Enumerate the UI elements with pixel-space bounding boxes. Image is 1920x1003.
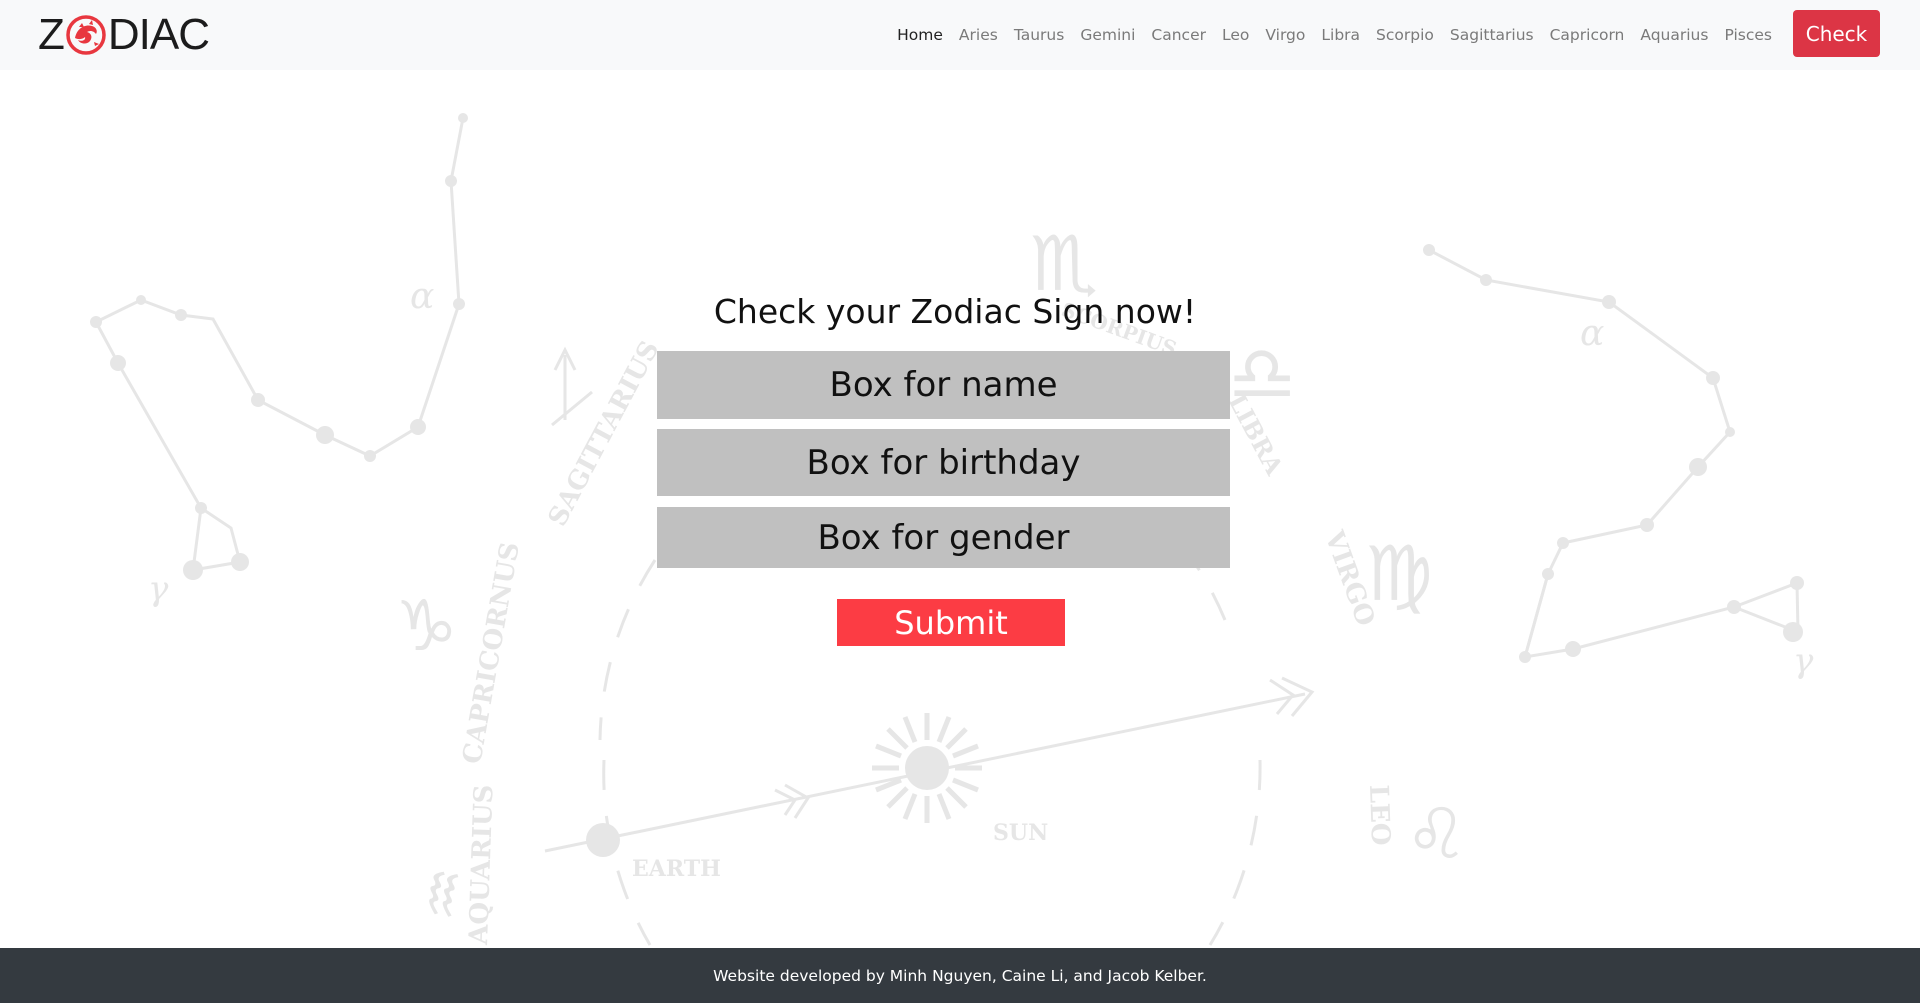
zodiac-form: Check your Zodiac Sign now! Submit <box>0 0 1920 948</box>
red-dragon-emblem-icon <box>66 15 106 55</box>
top-navbar: Z DIAC Home Aries Taurus Gemini Cancer L… <box>0 0 1920 70</box>
nav-links: Home Aries Taurus Gemini Cancer Leo Virg… <box>889 0 1780 70</box>
footer: Website developed by Minh Nguyen, Caine … <box>0 948 1920 1003</box>
birthday-input[interactable] <box>657 429 1230 496</box>
brand-letter-z: Z <box>38 10 65 59</box>
nav-link-pisces[interactable]: Pisces <box>1716 26 1780 44</box>
nav-link-cancer[interactable]: Cancer <box>1143 26 1214 44</box>
nav-link-libra[interactable]: Libra <box>1313 26 1368 44</box>
submit-button[interactable]: Submit <box>837 599 1065 646</box>
form-title: Check your Zodiac Sign now! <box>713 292 1197 331</box>
nav-link-virgo[interactable]: Virgo <box>1257 26 1313 44</box>
nav-link-gemini[interactable]: Gemini <box>1072 26 1143 44</box>
gender-input[interactable] <box>657 507 1230 568</box>
nav-link-sagittarius[interactable]: Sagittarius <box>1442 26 1542 44</box>
nav-link-capricorn[interactable]: Capricorn <box>1542 26 1633 44</box>
brand-letters-diac: DIAC <box>107 10 210 59</box>
nav-link-aquarius[interactable]: Aquarius <box>1632 26 1716 44</box>
page: SAGITTARIUS CAPRICORNUS AQUARIUS VIRGO L… <box>0 0 1920 1003</box>
nav-link-scorpio[interactable]: Scorpio <box>1368 26 1442 44</box>
footer-credits: Website developed by Minh Nguyen, Caine … <box>713 966 1207 985</box>
check-button[interactable]: Check <box>1793 10 1880 57</box>
nav-link-home[interactable]: Home <box>889 26 951 44</box>
brand-logo[interactable]: Z DIAC <box>38 10 210 60</box>
nav-link-leo[interactable]: Leo <box>1214 26 1257 44</box>
name-input[interactable] <box>657 351 1230 419</box>
nav-link-aries[interactable]: Aries <box>951 26 1006 44</box>
nav-link-taurus[interactable]: Taurus <box>1006 26 1073 44</box>
